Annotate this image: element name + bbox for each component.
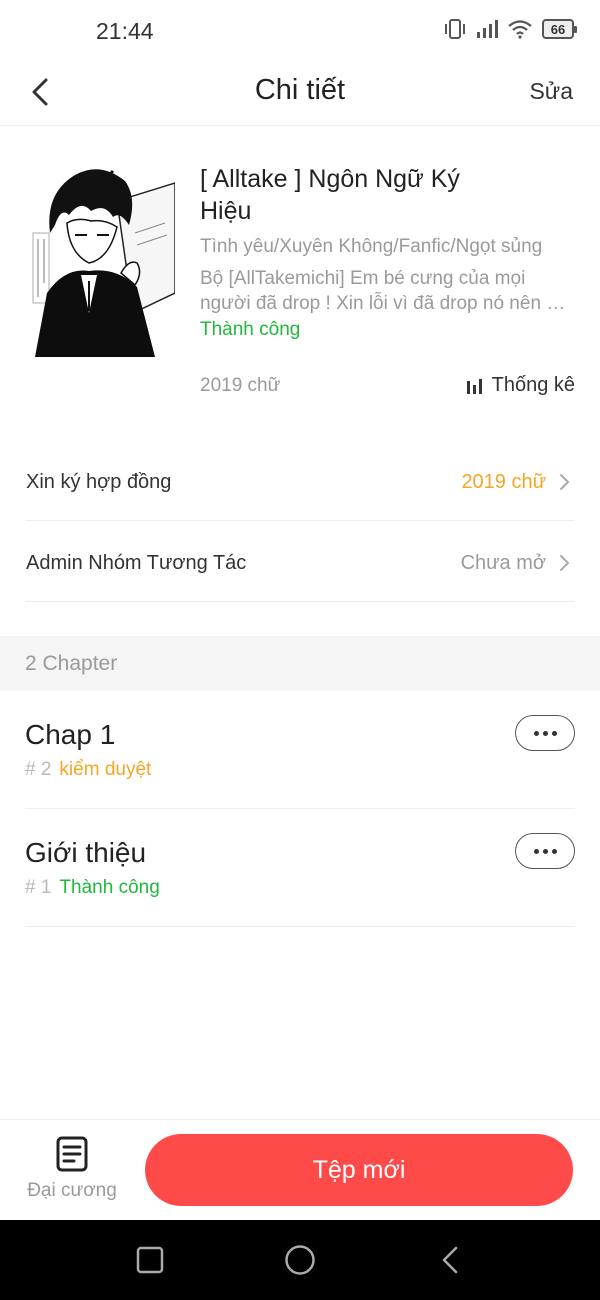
more-dot — [533, 730, 539, 736]
contract-label: Xin ký hợp đồng — [26, 471, 172, 493]
wifi-icon — [508, 20, 532, 39]
vibrate-icon — [445, 19, 465, 39]
chapter-item[interactable]: Giới thiệu # 1 Thành công — [25, 809, 575, 927]
outline-label: Đại cương — [27, 1180, 117, 1201]
chevron-right-icon — [560, 555, 569, 571]
app-header: Chi tiết Sửa — [0, 62, 600, 126]
battery-icon: 66 — [542, 19, 577, 39]
book-description-line: Bộ [AllTakemichi] Em bé cưng của mọi — [200, 268, 526, 289]
contract-value: 2019 chữ — [461, 471, 546, 493]
bar-chart-icon — [466, 378, 482, 394]
stats-label: Thống kê — [491, 374, 575, 396]
chapter-item[interactable]: Chap 1 # 2 kiểm duyệt — [25, 691, 575, 809]
square-icon — [136, 1246, 164, 1274]
admin-group-label: Admin Nhóm Tương Tác — [26, 552, 247, 574]
admin-group-row[interactable]: Admin Nhóm Tương Tác Chưa mở — [26, 522, 574, 602]
more-dot — [551, 730, 557, 736]
recent-apps-button[interactable] — [132, 1242, 168, 1278]
chapter-meta: # 1 Thành công — [25, 877, 160, 899]
chapter-title: Giới thiệu — [25, 837, 147, 868]
system-nav-bar — [0, 1220, 600, 1300]
document-list-icon — [56, 1136, 88, 1172]
book-genres: Tình yêu/Xuyên Không/Fanfic/Ngọt sủng — [200, 236, 543, 257]
home-button[interactable] — [282, 1242, 318, 1278]
book-description: Bộ [AllTakemichi] Em bé cưng của mọi ngư… — [200, 266, 576, 316]
chapter-status: kiểm duyệt — [59, 759, 152, 780]
more-dot — [551, 848, 557, 854]
chapter-more-button[interactable] — [515, 833, 575, 869]
bottom-action-bar: Đại cương Tệp mới — [0, 1119, 600, 1220]
signal-icon — [477, 20, 498, 38]
more-dot — [542, 730, 548, 736]
book-status: Thành công — [200, 319, 301, 340]
edit-button[interactable]: Sửa — [529, 78, 573, 105]
status-time: 21:44 — [96, 18, 154, 44]
circle-icon — [285, 1245, 315, 1275]
triangle-back-icon — [442, 1246, 458, 1274]
outline-button[interactable]: Đại cương — [18, 1136, 126, 1208]
chapters-header: 2 Chapter — [0, 636, 600, 691]
status-icons: 66 — [443, 18, 577, 40]
book-cover-image[interactable] — [25, 163, 175, 357]
contract-row[interactable]: Xin ký hợp đồng 2019 chữ — [26, 441, 574, 521]
more-dot — [542, 848, 548, 854]
book-title: [ Alltake ] Ngôn Ngữ Ký Hiệu — [200, 165, 460, 225]
system-back-button[interactable] — [432, 1242, 468, 1278]
more-dot — [533, 848, 539, 854]
chapter-number: # 2 — [25, 759, 52, 780]
status-bar: 21:44 66 — [0, 0, 600, 62]
admin-group-value: Chưa mở — [460, 552, 546, 574]
stats-button[interactable]: Thống kê — [466, 374, 575, 397]
chapter-more-button[interactable] — [515, 715, 575, 751]
chapter-title: Chap 1 — [25, 719, 116, 750]
chapter-status: Thành công — [59, 877, 160, 898]
chapter-number: # 1 — [25, 877, 52, 898]
chevron-right-icon — [560, 474, 569, 490]
page-title: Chi tiết — [254, 74, 346, 106]
new-file-button[interactable]: Tệp mới — [145, 1134, 573, 1206]
chapters-count: 2 Chapter — [25, 652, 118, 675]
book-description-line: người đã drop ! Xin lỗi vì đã drop nó nê… — [200, 293, 566, 314]
book-word-count: 2019 chữ — [200, 375, 281, 396]
chapter-meta: # 2 kiểm duyệt — [25, 759, 151, 781]
